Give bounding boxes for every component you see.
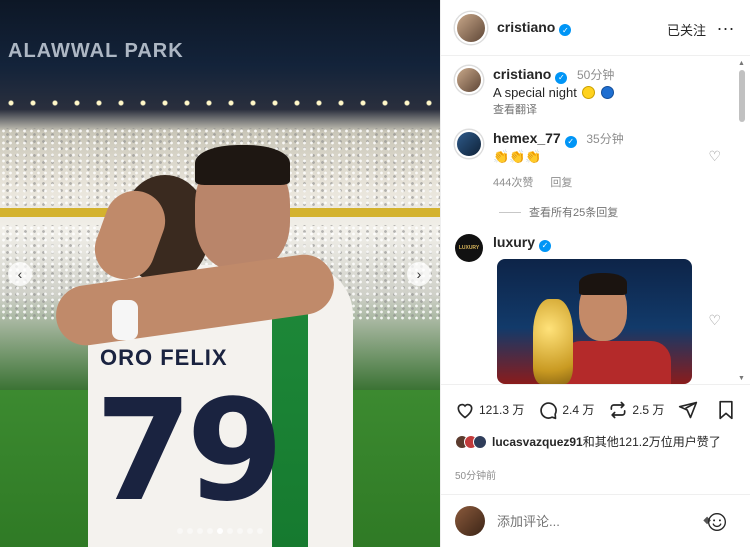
add-comment-bar: ◆ [441,494,750,547]
scrollbar-thumb[interactable] [739,70,745,122]
caption-text: A special night [493,85,577,100]
view-replies-link[interactable]: 查看所有25条回复 [499,204,618,220]
avatar[interactable] [455,130,483,158]
avatar[interactable] [455,11,487,44]
comment-image[interactable] [497,259,692,384]
comment-button[interactable]: 2.4 万 [538,400,594,420]
carousel-dots [0,528,440,534]
avatar[interactable]: LUXURY [455,234,483,262]
verified-icon: ✓ [564,135,577,148]
reposts-count: 2.5 万 [632,403,665,417]
verified-icon: ✓ [539,239,552,252]
carousel-dot[interactable] [177,528,183,534]
blue-circle-emoji [601,86,615,99]
verified-icon: ✓ [555,71,568,84]
caption: cristiano ✓ 50分钟 A special night 查看翻译 [455,66,614,119]
jersey-name: ORO FELIX [100,345,228,370]
verified-icon: ✓ [559,24,572,37]
comment-icon [540,401,558,419]
liked-by-text[interactable]: lucasvazquez91和其他121.2万位用户赞了 [492,434,721,451]
liked-by: lucasvazquez91和其他121.2万位用户赞了 [455,434,745,451]
yellow-circle-emoji [582,86,596,99]
emoji-icon[interactable] [707,512,727,532]
player-hair-top [195,145,290,185]
next-photo-button[interactable]: › [407,262,431,286]
carousel-dot[interactable] [237,528,243,534]
scroll-up-icon[interactable]: ▲ [738,60,745,67]
comment-item: hemex_77 ✓ 35分钟 👏👏👏 444次赞 回复 [455,130,624,192]
repost-icon [610,401,626,418]
liked-by-user[interactable]: lucasvazquez91 [492,435,583,449]
post-side-panel: cristiano ✓ 已关注 ... cristiano ✓ 50分钟 A spe… [440,0,750,547]
comment-item: LUXURY luxury ✓ [455,234,552,262]
avatar[interactable] [455,66,483,94]
carousel-dot[interactable] [207,528,213,534]
stadium-lights [0,98,440,108]
likes-count: 121.3 万 [479,403,525,417]
comment-likes[interactable]: 444次赞 [493,177,533,189]
caption-username[interactable]: cristiano ✓ [493,66,568,84]
carousel-dot[interactable] [247,528,253,534]
heart-icon[interactable]: ♡ [708,312,721,329]
carousel-dot[interactable] [257,528,263,534]
posted-time: 50分钟前 [455,471,497,482]
following-button[interactable]: 已关注 [667,20,706,39]
post-photo: ALAWWAL PARK ORO FELIX 79 ‹ › [0,0,440,547]
post-header: cristiano ✓ 已关注 ... [441,0,750,56]
caption-time: 50分钟 [576,68,615,82]
comments-count: 2.4 万 [562,403,595,417]
comment-time: 35分钟 [586,132,624,146]
bookmark-icon [719,400,733,419]
reply-button[interactable]: 回复 [550,177,572,189]
comment-text: 👏👏👏 [493,149,542,164]
repost-button[interactable]: 2.5 万 [608,400,664,420]
share-button[interactable] [678,400,702,420]
scroll-down-icon[interactable]: ▼ [738,375,745,382]
wrist-tape [112,300,138,340]
save-button[interactable] [717,400,739,420]
trophy-image [533,299,573,384]
share-icon [679,401,698,418]
heart-icon [457,403,473,418]
chevron-left-icon: ‹ [17,266,23,282]
header-username[interactable]: cristiano ✓ [497,19,572,37]
like-button[interactable]: 121.3 万 [455,400,524,420]
carousel-dot[interactable] [187,528,193,534]
carousel-dot[interactable] [227,528,233,534]
avatar [455,506,485,536]
comments-list: cristiano ✓ 50分钟 A special night 查看翻译 hem… [441,56,737,384]
liked-by-avatars [455,435,487,449]
comment-username[interactable]: luxury ✓ [493,234,552,252]
action-bar: 121.3 万 2.4 万 2.5 万 [441,384,750,434]
stadium-sign: ALAWWAL PARK [8,40,184,62]
image-hair [579,273,627,295]
chevron-right-icon: › [416,266,422,282]
divider [499,211,521,213]
jersey-number: 79 [95,370,284,533]
heart-icon[interactable]: ♡ [708,148,721,165]
see-translation-link[interactable]: 查看翻译 [493,102,614,119]
view-replies-label: 查看所有25条回复 [529,207,619,219]
liked-by-rest: 和其他121.2万位用户赞了 [582,435,721,449]
prev-photo-button[interactable]: ‹ [8,262,32,286]
comment-input[interactable] [497,513,677,529]
carousel-dot[interactable] [197,528,203,534]
avatar[interactable] [473,435,487,449]
image-shirt [561,341,671,384]
comments-scrollbar[interactable]: ▲ ▼ [737,60,747,382]
carousel-dot-active[interactable] [217,528,223,534]
more-options-icon[interactable]: ... [717,14,735,35]
comment-username[interactable]: hemex_77 ✓ [493,130,577,148]
